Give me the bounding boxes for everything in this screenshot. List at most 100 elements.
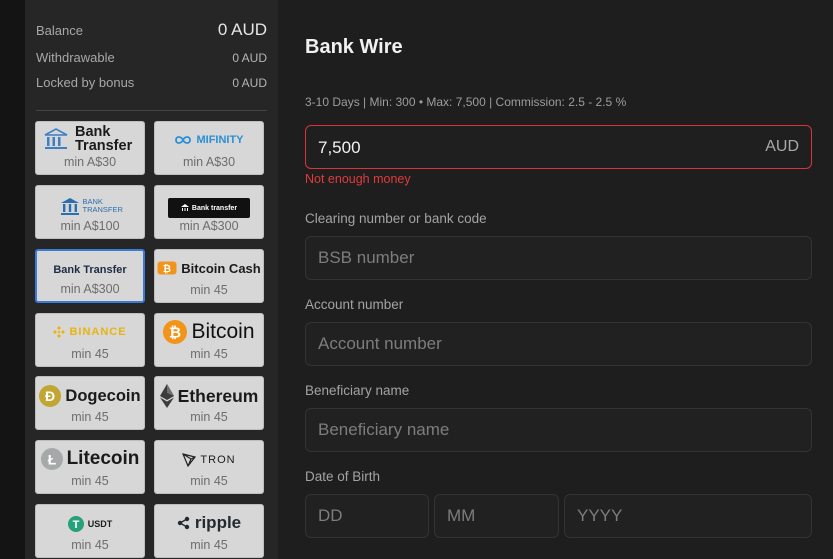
ethereum-icon [159, 384, 174, 408]
ripple-icon [177, 516, 190, 530]
dogecoin-icon: Ð [39, 385, 62, 407]
left-edge-strip [0, 0, 25, 559]
method-ethereum[interactable]: Ethereum min 45 [154, 376, 264, 430]
method-min: min 45 [71, 347, 109, 361]
amount-value[interactable]: 7,500 [318, 138, 361, 158]
dob-day-field[interactable] [305, 494, 429, 538]
method-min: min A$100 [60, 219, 120, 233]
tron-logo: TRON [155, 446, 263, 474]
bank-icon [60, 198, 79, 215]
account-field[interactable] [305, 322, 812, 366]
beneficiary-input[interactable] [306, 409, 811, 451]
bank-code-field[interactable] [305, 236, 812, 280]
svg-text:T: T [72, 519, 79, 531]
beneficiary-label: Beneficiary name [305, 383, 410, 398]
withdrawable-row: Withdrawable 0 AUD [36, 50, 267, 65]
bank-transfer-logo-2: BANK TRANSFER [36, 192, 144, 220]
method-min: min A$30 [63, 155, 117, 169]
method-bitcoin-cash[interactable]: ₿ Bitcoin Cash min 45 [154, 249, 264, 303]
method-min: min A$30 [182, 155, 236, 169]
page-title: Bank Wire [305, 36, 403, 58]
method-ripple[interactable]: ripple min 45 [154, 504, 264, 558]
app-root: Balance 0 AUD Withdrawable 0 AUD Locked … [0, 0, 833, 559]
method-min: min 45 [71, 474, 109, 488]
black-badge: Bank transfer [168, 198, 250, 218]
dogecoin-logo: Ð Dogecoin [36, 382, 144, 410]
svg-text:₿: ₿ [169, 325, 181, 342]
account-input[interactable] [306, 323, 811, 365]
locked-value: 0 AUD [232, 76, 267, 90]
litecoin-logo: Ł Litecoin [36, 445, 144, 473]
beneficiary-field[interactable] [305, 408, 812, 452]
ethereum-logo-text: Ethereum [177, 385, 259, 406]
tether-icon: T [67, 516, 84, 532]
balance-row: Balance 0 AUD [36, 20, 267, 40]
amount-field[interactable]: 7,500 AUD [305, 125, 812, 169]
method-min: min A$300 [179, 219, 239, 233]
method-bank-transfer-2[interactable]: BANK TRANSFER min A$100 [35, 185, 145, 239]
bank-code-input[interactable] [306, 237, 811, 279]
method-bank-transfer-selected[interactable]: Bank Transfer min A$300 [35, 249, 145, 303]
method-mifinity[interactable]: MIFINITY min A$30 [154, 121, 264, 175]
usdt-logo: T USDT [36, 510, 144, 538]
method-litecoin[interactable]: Ł Litecoin min 45 [35, 440, 145, 494]
bank-transfer-logo-3: Bank transfer [155, 194, 263, 222]
method-min: min 45 [71, 410, 109, 424]
method-bitcoin[interactable]: ₿ Bitcoin min 45 [154, 313, 264, 367]
bitcoin-logo-text: Bitcoin [191, 320, 255, 343]
litecoin-icon: Ł [40, 448, 63, 470]
binance-icon [53, 326, 66, 338]
litecoin-logo-text: Litecoin [66, 448, 140, 469]
balance-label: Balance [36, 23, 83, 38]
bitcoin-cash-logo: ₿ Bitcoin Cash [155, 254, 263, 282]
bank-code-label: Clearing number or bank code [305, 211, 487, 226]
method-min: min A$300 [60, 282, 120, 296]
currency-label: AUD [765, 138, 799, 155]
locked-label: Locked by bonus [36, 75, 135, 90]
bank-transfer-logo-4: Bank Transfer [37, 256, 143, 284]
method-dogecoin[interactable]: Ð Dogecoin min 45 [35, 376, 145, 430]
tron-logo-text: TRON [200, 454, 236, 466]
dob-day-input[interactable] [306, 495, 428, 537]
method-min: min 45 [190, 410, 228, 424]
infinity-icon [175, 136, 192, 144]
bank-transfer-logo-2-text: BANK TRANSFER [82, 197, 123, 214]
method-bank-transfer-3[interactable]: Bank transfer min A$300 [154, 185, 264, 239]
method-tron[interactable]: TRON min 45 [154, 440, 264, 494]
method-bank-transfer-1[interactable]: Bank Transfer min A$30 [35, 121, 145, 175]
bank-transfer-icon [44, 128, 68, 149]
sidebar: Balance 0 AUD Withdrawable 0 AUD Locked … [25, 0, 278, 559]
withdraw-form: Bank Wire 3-10 Days | Min: 300 • Max: 7,… [278, 0, 833, 559]
method-min: min 45 [190, 474, 228, 488]
method-min: min 45 [190, 347, 228, 361]
method-info: 3-10 Days | Min: 300 • Max: 7,500 | Comm… [305, 95, 627, 109]
bank-transfer-logo-4-text: Bank Transfer [53, 264, 127, 276]
method-binance[interactable]: BINANCE min 45 [35, 313, 145, 367]
dob-label: Date of Birth [305, 469, 381, 484]
dob-year-input[interactable] [565, 495, 811, 537]
dob-month-input[interactable] [435, 495, 558, 537]
locked-row: Locked by bonus 0 AUD [36, 75, 267, 90]
bank-transfer-logo-3-text: Bank transfer [191, 204, 238, 212]
svg-text:Ł: Ł [47, 452, 56, 468]
method-min: min 45 [190, 538, 228, 552]
method-min: min 45 [71, 538, 109, 552]
dogecoin-logo-text: Dogecoin [65, 386, 141, 405]
dob-month-field[interactable] [434, 494, 559, 538]
balance-value: 0 AUD [217, 20, 267, 39]
account-label: Account number [305, 297, 404, 312]
divider [36, 110, 267, 111]
mifinity-logo: MIFINITY [155, 126, 263, 154]
dob-year-field[interactable] [564, 494, 812, 538]
ripple-logo-text: ripple [194, 513, 242, 532]
bitcoin-cash-icon: ₿ [157, 261, 177, 275]
method-min: min 45 [190, 283, 228, 297]
bitcoin-cash-logo-text: Bitcoin Cash [181, 260, 261, 276]
svg-text:₿: ₿ [163, 263, 171, 275]
withdrawable-label: Withdrawable [36, 50, 115, 65]
usdt-logo-text: USDT [87, 519, 113, 529]
bank-transfer-logo-text: Bank Transfer [75, 124, 133, 154]
method-usdt[interactable]: T USDT min 45 [35, 504, 145, 558]
mifinity-logo-text: MIFINITY [196, 134, 244, 146]
bitcoin-logo: ₿ Bitcoin [155, 318, 263, 346]
